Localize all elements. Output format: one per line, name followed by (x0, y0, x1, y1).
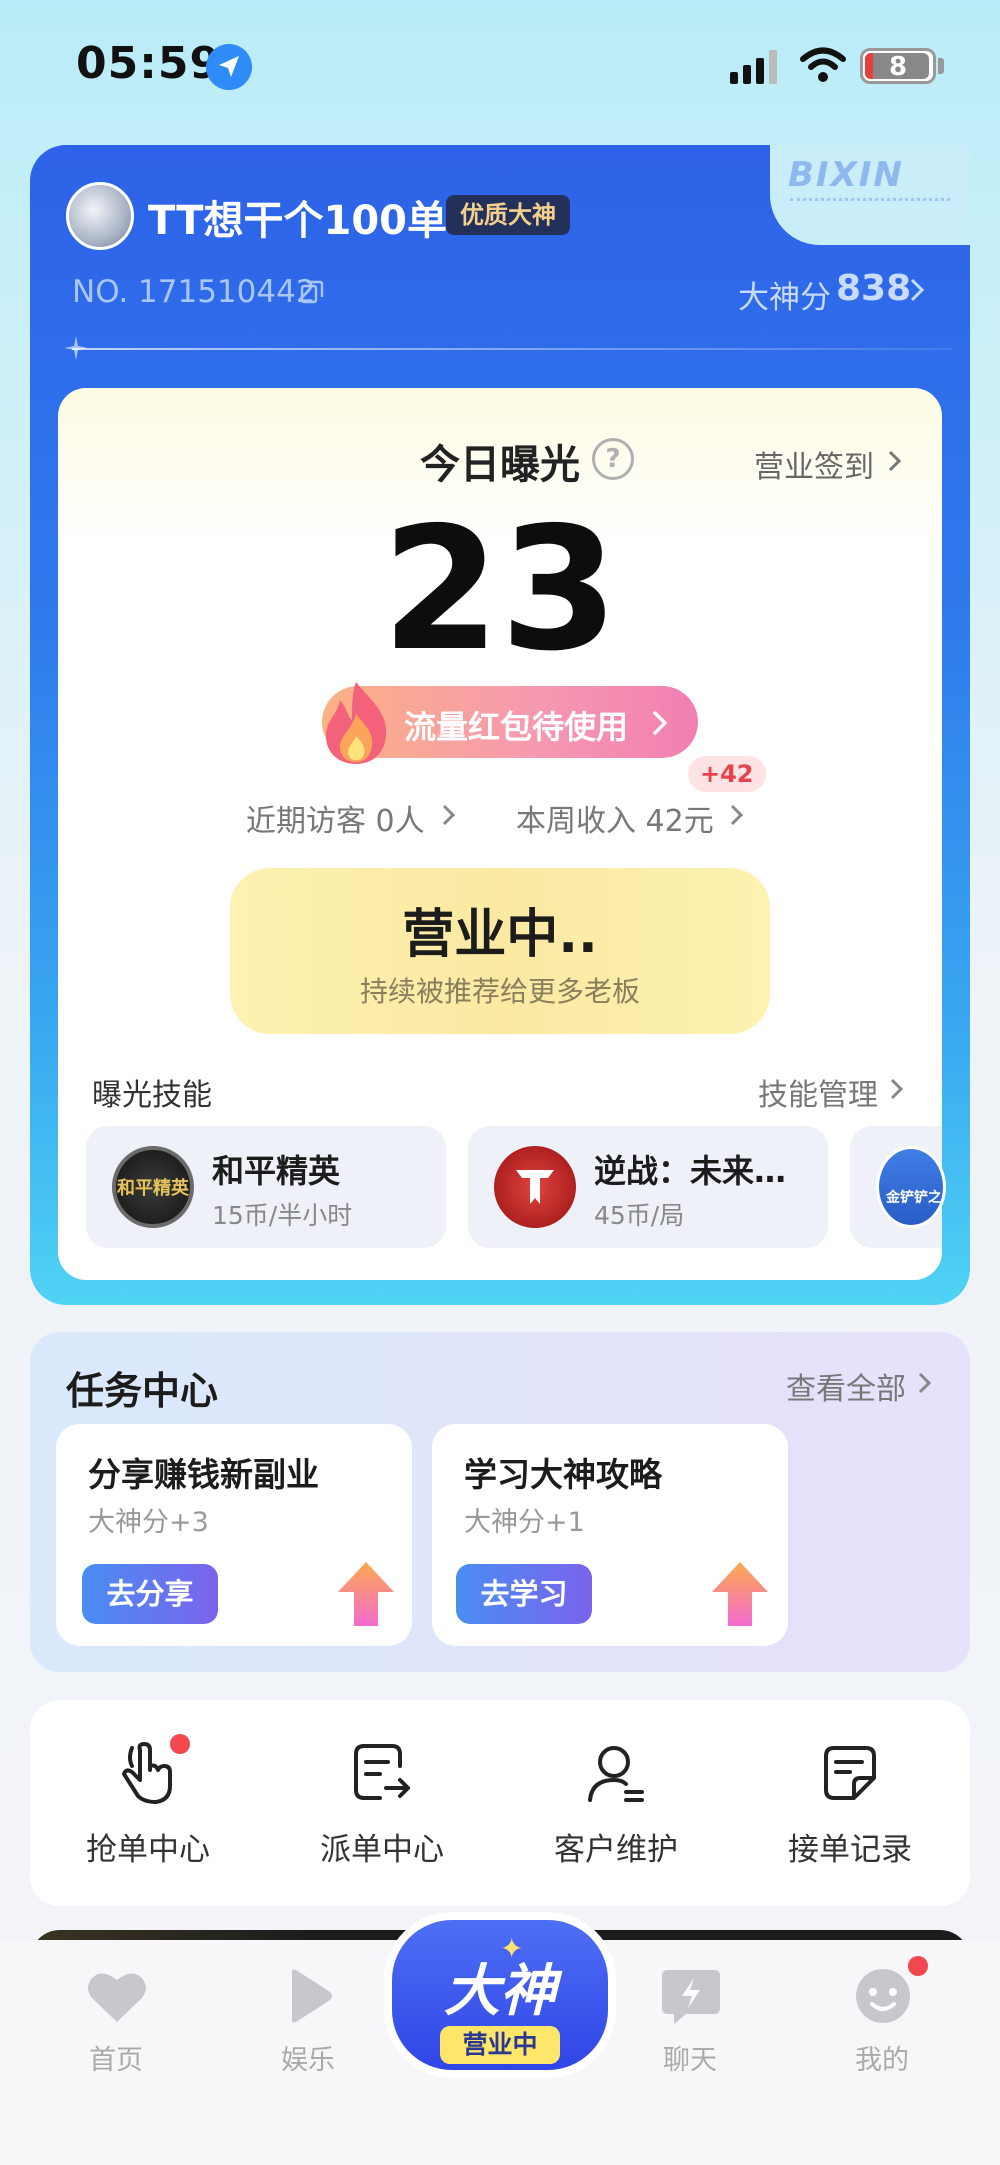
customer-icon (588, 1746, 644, 1802)
grab-order-center-button[interactable]: 抢单中心 (58, 1740, 238, 1880)
flame-icon (326, 682, 387, 764)
customer-maintenance-button[interactable]: 客户维护 (526, 1740, 706, 1880)
nav-home[interactable]: 首页 (56, 1968, 176, 2088)
checkin-link[interactable]: 营业签到 (754, 442, 874, 486)
avatar[interactable] (66, 182, 134, 250)
task-reward: 大神分+3 (88, 1507, 209, 1538)
order-records-button[interactable]: 接单记录 (760, 1740, 940, 1880)
redpack-label[interactable]: 流量红包待使用 (404, 702, 628, 748)
battery-level: 8 (888, 52, 908, 82)
status-bar: 05:59 8 (0, 0, 1000, 130)
skill-price: 15币/半小时 (212, 1201, 353, 1230)
task-name: 学习大神攻略 (464, 1455, 662, 1494)
battery-tip (938, 58, 944, 74)
nav-center-title[interactable]: 大神 (392, 1946, 608, 2027)
brand-logo: BIXIN (788, 155, 904, 195)
notification-dot (170, 1734, 190, 1754)
skill-name: 逆战：未来… (594, 1152, 787, 1190)
today-exposure-title: 今日曝光 (420, 442, 580, 488)
score-label[interactable]: 大神分 (738, 272, 831, 317)
battery-icon: 8 (860, 48, 936, 84)
skill-icon-text: 金铲铲之 (886, 1190, 942, 1206)
nav-label: 我的 (855, 2045, 909, 2076)
task-name: 分享赚钱新副业 (88, 1455, 319, 1494)
location-arrow-icon (206, 44, 252, 90)
score-value[interactable]: 838 (836, 268, 911, 309)
record-icon (824, 1746, 876, 1800)
nizhan-game-icon (494, 1146, 576, 1228)
skill-icon-text: 和平精英 (117, 1178, 189, 1199)
sparkle-icon (64, 336, 88, 360)
chevron-right-icon[interactable] (910, 278, 924, 302)
nav-center-status[interactable]: 营业中 (440, 2026, 560, 2064)
wifi-icon (800, 47, 846, 82)
chevron-right-icon[interactable] (442, 804, 456, 826)
play-icon (292, 1969, 332, 2023)
exposure-count: 23 (381, 491, 619, 689)
user-number: NO. 171510442 (72, 274, 316, 310)
skill-name: 和平精英 (212, 1152, 341, 1190)
up-arrow-icon (338, 1562, 394, 1626)
skill-price: 45币/局 (594, 1201, 685, 1230)
dispatch-icon (354, 1744, 410, 1800)
up-arrow-icon (712, 1562, 768, 1626)
nav-chat[interactable]: 聊天 (630, 1968, 750, 2088)
nav-label: 娱乐 (281, 2045, 335, 2076)
share-button[interactable]: 去分享 (82, 1564, 218, 1624)
exposure-skills-label: 曝光技能 (92, 1078, 212, 1113)
jinchanchan-game-icon: 金铲铲之 (876, 1146, 946, 1228)
chevron-right-icon[interactable] (918, 1372, 932, 1394)
business-status-title[interactable]: 营业中.. (230, 892, 770, 967)
chevron-right-icon[interactable] (890, 1078, 904, 1100)
dispatch-center-button[interactable]: 派单中心 (292, 1740, 472, 1880)
tap-hand-icon (122, 1741, 172, 1804)
status-time: 05:59 (76, 38, 222, 89)
heart-icon (88, 1973, 146, 2022)
card-divider (72, 348, 952, 350)
cellular-signal-icon (730, 50, 777, 84)
nav-label: 聊天 (663, 2045, 717, 2076)
tool-label: 客户维护 (554, 1832, 678, 1868)
tool-label: 派单中心 (320, 1832, 444, 1868)
notification-dot (908, 1956, 928, 1976)
nav-entertainment[interactable]: 娱乐 (248, 1968, 368, 2088)
skills-manage-link[interactable]: 技能管理 (758, 1070, 878, 1114)
task-center-title: 任务中心 (66, 1369, 219, 1413)
pubg-game-icon: 和平精英 (112, 1146, 194, 1228)
weekly-income[interactable]: 本周收入 42元 (516, 796, 714, 840)
chat-icon (662, 1970, 720, 2024)
task-reward: 大神分+1 (464, 1507, 585, 1538)
chevron-right-icon[interactable] (652, 710, 668, 736)
business-status-subtitle: 持续被推荐给更多老板 (359, 975, 640, 1008)
recent-visitors[interactable]: 近期访客 0人 (246, 796, 425, 840)
chevron-right-icon[interactable] (730, 804, 744, 826)
username: TT想干个100单 (148, 198, 447, 244)
nav-label: 首页 (89, 2045, 143, 2076)
brand-logo-decoration (790, 198, 950, 206)
learn-button[interactable]: 去学习 (456, 1564, 592, 1624)
tool-label: 抢单中心 (86, 1832, 210, 1868)
quality-badge: 优质大神 (446, 195, 570, 235)
chevron-right-icon[interactable] (888, 450, 902, 472)
copy-icon[interactable] (300, 280, 324, 304)
tool-label: 接单记录 (788, 1832, 912, 1868)
help-icon[interactable]: ? (592, 438, 634, 480)
view-all-link[interactable]: 查看全部 (786, 1364, 906, 1408)
income-plus-badge: +42 (688, 756, 766, 792)
nav-me[interactable]: 我的 (822, 1968, 942, 2088)
profile-face-icon (856, 1969, 910, 2023)
